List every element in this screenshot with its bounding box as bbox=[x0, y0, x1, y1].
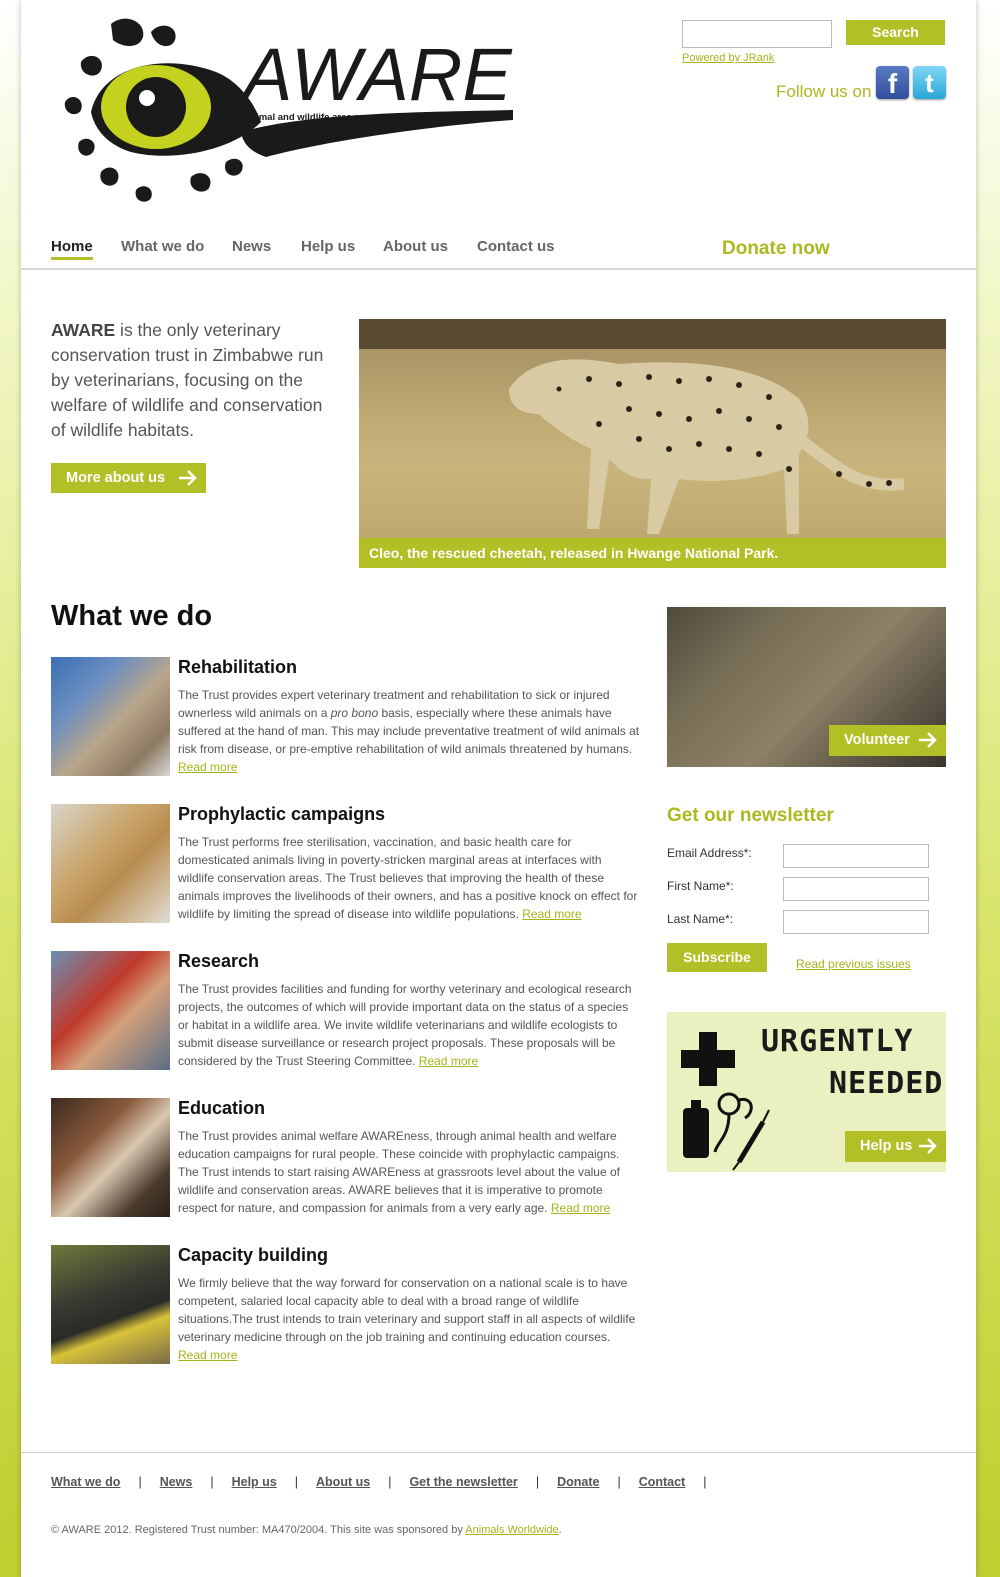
previous-issues-link[interactable]: Read previous issues bbox=[796, 957, 911, 971]
education-thumbnail bbox=[51, 1098, 170, 1217]
hero-caption: Cleo, the rescued cheetah, released in H… bbox=[359, 538, 946, 568]
site-logo[interactable]: AWARE animal and wildlife area research … bbox=[51, 12, 521, 207]
urgently-text: URGENTLY bbox=[761, 1024, 914, 1059]
cheetah-illustration bbox=[359, 319, 946, 568]
copyright-text: © AWARE 2012. Registered Trust number: M… bbox=[51, 1524, 562, 1536]
what-we-do-title: What we do bbox=[51, 600, 213, 632]
footer-separator: | bbox=[210, 1475, 214, 1489]
eye-logo-icon: AWARE animal and wildlife area research … bbox=[64, 18, 513, 202]
footer-separator: | bbox=[703, 1475, 707, 1489]
bottle-icon bbox=[683, 1108, 709, 1158]
footer-link-what-we-do[interactable]: What we do bbox=[51, 1475, 120, 1489]
arrow-right-icon bbox=[179, 470, 197, 486]
logo-subtitle: animal and wildlife area research and re… bbox=[245, 112, 476, 123]
twitter-icon[interactable]: t bbox=[913, 66, 946, 99]
footer-separator: | bbox=[617, 1475, 621, 1489]
follow-us-label: Follow us on bbox=[776, 82, 872, 101]
footer-link-news[interactable]: News bbox=[160, 1475, 193, 1489]
facebook-icon[interactable]: f bbox=[876, 66, 909, 99]
rehabilitation-thumbnail bbox=[51, 657, 170, 776]
page-container: AWARE animal and wildlife area research … bbox=[21, 0, 976, 1577]
read-more-link[interactable]: Read more bbox=[522, 907, 581, 921]
item-description: The Trust performs free sterilisation, v… bbox=[178, 835, 638, 921]
item-title: Capacity building bbox=[178, 1245, 329, 1265]
item-title: Education bbox=[178, 1098, 266, 1118]
nav-item-news[interactable]: News bbox=[232, 238, 271, 255]
email-field[interactable] bbox=[783, 844, 929, 868]
footer-separator: | bbox=[294, 1475, 299, 1489]
prophylactic-thumbnail bbox=[51, 804, 170, 923]
needed-text: NEEDED bbox=[829, 1066, 944, 1101]
read-more-link[interactable]: Read more bbox=[178, 1348, 237, 1362]
more-about-us-button[interactable]: More about us bbox=[51, 463, 206, 493]
nav-item-help-us[interactable]: Help us bbox=[301, 238, 355, 255]
hero-cheetah-image bbox=[359, 319, 946, 568]
nav-item-about-us[interactable]: About us bbox=[383, 238, 448, 255]
nav-item-what-we-do[interactable]: What we do bbox=[121, 238, 204, 255]
last-name-field[interactable] bbox=[783, 910, 929, 934]
footer-link-contact[interactable]: Contact bbox=[639, 1475, 686, 1489]
item-title: Rehabilitation bbox=[178, 657, 298, 677]
last-name-label: Last Name*: bbox=[667, 912, 734, 926]
item-description: The Trust provides facilities and fundin… bbox=[178, 982, 632, 1068]
stethoscope-icon bbox=[717, 1092, 741, 1116]
volunteer-label: Volunteer bbox=[844, 732, 910, 748]
newsletter-title: Get our newsletter bbox=[667, 805, 834, 826]
footer-link-about-us[interactable]: About us bbox=[316, 1475, 370, 1489]
item-description: The Trust provides animal welfare AWAREn… bbox=[178, 1129, 620, 1215]
item-description: The Trust provides expert veterinary tre… bbox=[178, 688, 640, 774]
help-us-label: Help us bbox=[860, 1138, 913, 1154]
research-thumbnail bbox=[51, 951, 170, 1070]
footer-nav: What we do | News | Help us | About us | Get the… bbox=[51, 1475, 724, 1489]
footer-link-donate[interactable]: Donate bbox=[557, 1475, 599, 1489]
read-more-link[interactable]: Read more bbox=[419, 1054, 478, 1068]
read-more-link[interactable]: Read more bbox=[551, 1201, 610, 1215]
donate-now-link[interactable]: Donate now bbox=[722, 238, 830, 260]
cross-icon bbox=[681, 1032, 735, 1086]
volunteer-button[interactable]: Volunteer bbox=[829, 725, 946, 756]
footer-divider bbox=[21, 1452, 976, 1453]
intro-text: AWARE is the only veterinary conservatio… bbox=[51, 318, 341, 443]
search-input[interactable] bbox=[682, 20, 832, 48]
nav-divider bbox=[21, 268, 976, 270]
help-us-button[interactable]: Help us bbox=[845, 1131, 946, 1162]
email-label: Email Address*: bbox=[667, 846, 752, 860]
item-description: We firmly believe that the way forward f… bbox=[178, 1276, 636, 1362]
subscribe-button[interactable]: Subscribe bbox=[667, 943, 767, 972]
footer-separator: | bbox=[388, 1475, 392, 1489]
arrow-right-icon bbox=[919, 1138, 937, 1154]
nav-item-home[interactable]: Home bbox=[51, 238, 93, 260]
footer-separator: | bbox=[138, 1475, 142, 1489]
powered-by-link[interactable]: Powered by JRank bbox=[682, 52, 774, 64]
nav-item-contact-us[interactable]: Contact us bbox=[477, 238, 555, 255]
logo-title: AWARE bbox=[239, 33, 513, 116]
arrow-right-icon bbox=[919, 732, 937, 748]
capacity-building-thumbnail bbox=[51, 1245, 170, 1364]
footer-link-help-us[interactable]: Help us bbox=[232, 1475, 277, 1489]
item-title: Prophylactic campaigns bbox=[178, 804, 386, 824]
first-name-field[interactable] bbox=[783, 877, 929, 901]
search-button[interactable]: Search bbox=[846, 20, 945, 45]
syringe-icon bbox=[736, 1120, 766, 1164]
first-name-label: First Name*: bbox=[667, 879, 734, 893]
intro-brand: AWARE bbox=[51, 320, 116, 340]
sponsor-link[interactable]: Animals Worldwide bbox=[465, 1524, 558, 1536]
item-title: Research bbox=[178, 951, 260, 971]
more-about-us-label: More about us bbox=[66, 470, 166, 486]
footer-separator: | bbox=[535, 1475, 540, 1489]
read-more-link[interactable]: Read more bbox=[178, 760, 237, 774]
footer-link-newsletter[interactable]: Get the newsletter bbox=[409, 1475, 517, 1489]
